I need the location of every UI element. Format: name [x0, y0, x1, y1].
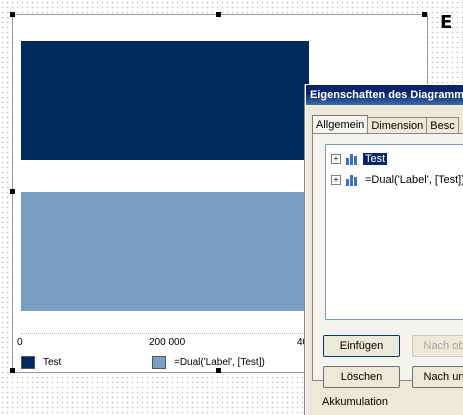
resize-handle-top-right[interactable] — [422, 12, 427, 17]
dialog-title[interactable]: Eigenschaften des Diagramms — [306, 85, 463, 105]
expand-icon[interactable]: + — [331, 154, 341, 165]
tab-dimension[interactable]: Dimension — [367, 117, 428, 134]
resize-handle-top[interactable] — [216, 12, 221, 17]
move-up-button[interactable]: Nach ob — [412, 335, 463, 357]
insert-button[interactable]: Einfügen — [323, 335, 400, 357]
tree-item-test[interactable]: + Test — [331, 151, 388, 167]
resize-handle-bottom[interactable] — [216, 368, 221, 373]
tab-allgemein[interactable]: Allgemein — [312, 115, 369, 134]
resize-handle-top-left[interactable] — [10, 12, 15, 17]
side-heading-letter: E — [440, 12, 453, 33]
accumulation-group-label: Akkumulation — [322, 396, 389, 408]
resize-handle-bottom-left[interactable] — [10, 368, 15, 373]
resize-handle-left[interactable] — [10, 189, 15, 194]
tab-beschriftung[interactable]: Besc — [426, 117, 459, 134]
delete-button[interactable]: Löschen — [323, 366, 400, 388]
bar-chart-icon — [346, 175, 357, 187]
x-axis-tick: 0 — [17, 337, 23, 348]
legend-swatch-dual — [152, 356, 166, 369]
tree-item-label: Test — [363, 153, 388, 165]
tree-item-label: =Dual('Label', [Test]) — [365, 174, 463, 186]
legend-label-dual: =Dual('Label', [Test]) — [174, 357, 265, 368]
move-down-button[interactable]: Nach un — [412, 366, 463, 388]
tab-strip: Allgemein Dimension Besc — [312, 115, 459, 134]
chart-bar-dual-label[interactable] — [21, 192, 309, 311]
expression-tree[interactable]: + Test + =Dual('Label', [Test]) — [325, 144, 463, 320]
bar-chart-icon — [346, 154, 357, 166]
legend-swatch-test — [21, 356, 35, 369]
expand-icon[interactable]: + — [331, 175, 341, 186]
x-axis-tick: 200 000 — [149, 337, 186, 348]
tree-item-dual-label[interactable]: + =Dual('Label', [Test]) — [331, 172, 463, 188]
chart-bar-test[interactable] — [21, 41, 309, 160]
chart-properties-dialog: Eigenschaften des Diagramms Allgemein Dim… — [305, 84, 463, 415]
legend-label-test: Test — [43, 357, 62, 368]
